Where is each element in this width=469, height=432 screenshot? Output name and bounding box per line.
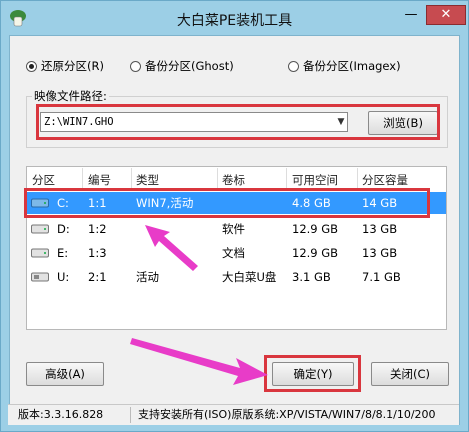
status-separator: [130, 407, 131, 423]
arrow-to-selected-row: [145, 225, 198, 271]
annotation-arrows: [130, 225, 268, 385]
supported-systems-text: 支持安装所有(ISO)原版系统:XP/VISTA/WIN7/8/8.1/10/2…: [138, 408, 436, 421]
arrow-to-ok-button: [130, 338, 268, 385]
version-text: 版本:3.3.16.828: [18, 408, 104, 421]
status-bar: 版本:3.3.16.828 支持安装所有(ISO)原版系统:XP/VISTA/W…: [8, 404, 459, 425]
